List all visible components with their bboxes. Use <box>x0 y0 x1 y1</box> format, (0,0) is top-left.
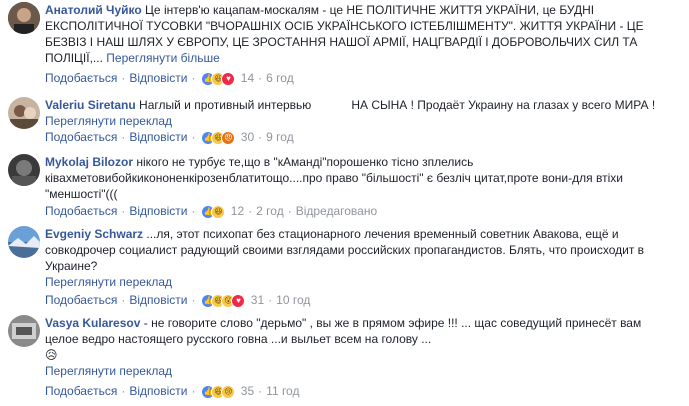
love-reaction-icon: ♥ <box>231 293 246 308</box>
separator: · <box>258 130 263 144</box>
reply-button[interactable]: Відповісти <box>129 293 187 307</box>
sad-reaction-icon: 😢 <box>221 384 236 399</box>
avatar[interactable] <box>8 315 40 347</box>
timestamp[interactable]: 11 год <box>266 384 299 398</box>
haha-reaction-icon: 😆 <box>211 204 226 219</box>
separator: · <box>121 71 126 85</box>
avatar-image <box>8 2 40 34</box>
reaction-count: 12 <box>230 204 245 218</box>
avatar-image <box>8 154 40 186</box>
comment: Mykolaj Bilozor нікого не турбує те,що в… <box>0 152 689 220</box>
reply-button[interactable]: Відповісти <box>129 71 187 85</box>
avatar[interactable] <box>8 154 40 186</box>
separator: · <box>121 130 126 144</box>
avatar-image <box>8 315 40 347</box>
separator: · <box>191 293 196 307</box>
comment-actions: Подобається · Відповісти · 👍 😆 ♥ 14 · 6 год <box>45 70 294 86</box>
comment-actions: Подобається · Відповісти · 👍 😆 😢 35 · 11 год <box>45 383 299 399</box>
edited-label[interactable]: Відредаговано <box>296 204 377 218</box>
comment: Valeriu Siretanu Наглый и противный инте… <box>0 95 689 145</box>
like-button[interactable]: Подобається <box>45 71 117 85</box>
like-button[interactable]: Подобається <box>45 204 117 218</box>
comment-text: НА СЫНА ! Продаёт Украину на глазах у вс… <box>351 98 656 112</box>
like-button[interactable]: Подобається <box>45 384 117 398</box>
see-more-link[interactable]: Переглянути більше <box>106 51 220 65</box>
reactions[interactable]: 👍 😆 <box>201 204 226 219</box>
separator: · <box>191 71 196 85</box>
timestamp[interactable]: 9 год <box>266 130 294 144</box>
reactions[interactable]: 👍 😆 😠 <box>201 130 236 145</box>
reply-button[interactable]: Відповісти <box>129 204 187 218</box>
comment-body: Evgeniy Schwarz ...ля, этот психопат без… <box>45 226 659 290</box>
separator: · <box>191 130 196 144</box>
comment: Vasya Kularesov - не говорите слово "дер… <box>0 313 689 403</box>
timestamp[interactable]: 2 год <box>256 204 284 218</box>
comment: Анатолий Чуйко Це інтерв'ю кацапам-моска… <box>0 0 689 92</box>
sad-emoji: 😥 <box>45 348 58 362</box>
redacted-area <box>311 100 352 111</box>
separator: · <box>268 293 273 307</box>
separator: · <box>121 293 126 307</box>
like-button[interactable]: Подобається <box>45 293 117 307</box>
comment: Evgeniy Schwarz ...ля, этот психопат без… <box>0 224 689 308</box>
see-translation-link[interactable]: Переглянути переклад <box>45 275 172 289</box>
comment-body: Mykolaj Bilozor нікого не турбує те,що в… <box>45 154 659 202</box>
comment-author[interactable]: Valeriu Siretanu <box>45 98 136 112</box>
timestamp[interactable]: 6 год <box>266 71 294 85</box>
comment-author[interactable]: Evgeniy Schwarz <box>45 227 143 241</box>
see-translation-link[interactable]: Переглянути переклад <box>45 114 172 128</box>
comment-actions: Подобається · Відповісти · 👍 😆 😮 ♥ 31 · 10 год <box>45 292 310 308</box>
comment-actions: Подобається · Відповісти · 👍 😆 😠 30 · 9 год <box>45 129 294 145</box>
comment-author[interactable]: Vasya Kularesov <box>45 316 140 330</box>
comment-actions: Подобається · Відповісти · 👍 😆 12 · 2 год · Відре… <box>45 203 377 219</box>
separator: · <box>258 71 263 85</box>
comment-body: Vasya Kularesov - не говорите слово "дер… <box>45 315 659 379</box>
reactions[interactable]: 👍 😆 ♥ <box>201 71 236 86</box>
separator: · <box>191 384 196 398</box>
separator: · <box>121 204 126 218</box>
comment-author[interactable]: Анатолий Чуйко <box>45 3 142 17</box>
reactions[interactable]: 👍 😆 😮 ♥ <box>201 293 246 308</box>
see-translation-link[interactable]: Переглянути переклад <box>45 364 172 378</box>
reaction-count: 30 <box>240 130 255 144</box>
reaction-count: 35 <box>240 384 255 398</box>
reply-button[interactable]: Відповісти <box>129 130 187 144</box>
avatar[interactable] <box>8 226 40 258</box>
reaction-count: 31 <box>250 293 265 307</box>
love-reaction-icon: ♥ <box>221 71 236 86</box>
avatar[interactable] <box>8 2 40 34</box>
avatar-image <box>8 226 40 258</box>
avatar-image <box>8 97 40 129</box>
reply-button[interactable]: Відповісти <box>129 384 187 398</box>
comments-feed: Анатолий Чуйко Це інтерв'ю кацапам-моска… <box>0 0 689 406</box>
separator: · <box>258 384 263 398</box>
separator: · <box>121 384 126 398</box>
timestamp[interactable]: 10 год <box>276 293 310 307</box>
like-button[interactable]: Подобається <box>45 130 117 144</box>
separator: · <box>191 204 196 218</box>
angry-reaction-icon: 😠 <box>221 130 236 145</box>
comment-author[interactable]: Mykolaj Bilozor <box>45 155 133 169</box>
avatar[interactable] <box>8 97 40 129</box>
comment-body: Анатолий Чуйко Це інтерв'ю кацапам-моска… <box>45 2 659 66</box>
reaction-count: 14 <box>240 71 255 85</box>
separator: · <box>248 204 253 218</box>
comment-text: Наглый и противный интервью <box>135 98 312 112</box>
separator: · <box>287 204 292 218</box>
reactions[interactable]: 👍 😆 😢 <box>201 384 236 399</box>
comment-body: Valeriu Siretanu Наглый и противный инте… <box>45 97 659 129</box>
